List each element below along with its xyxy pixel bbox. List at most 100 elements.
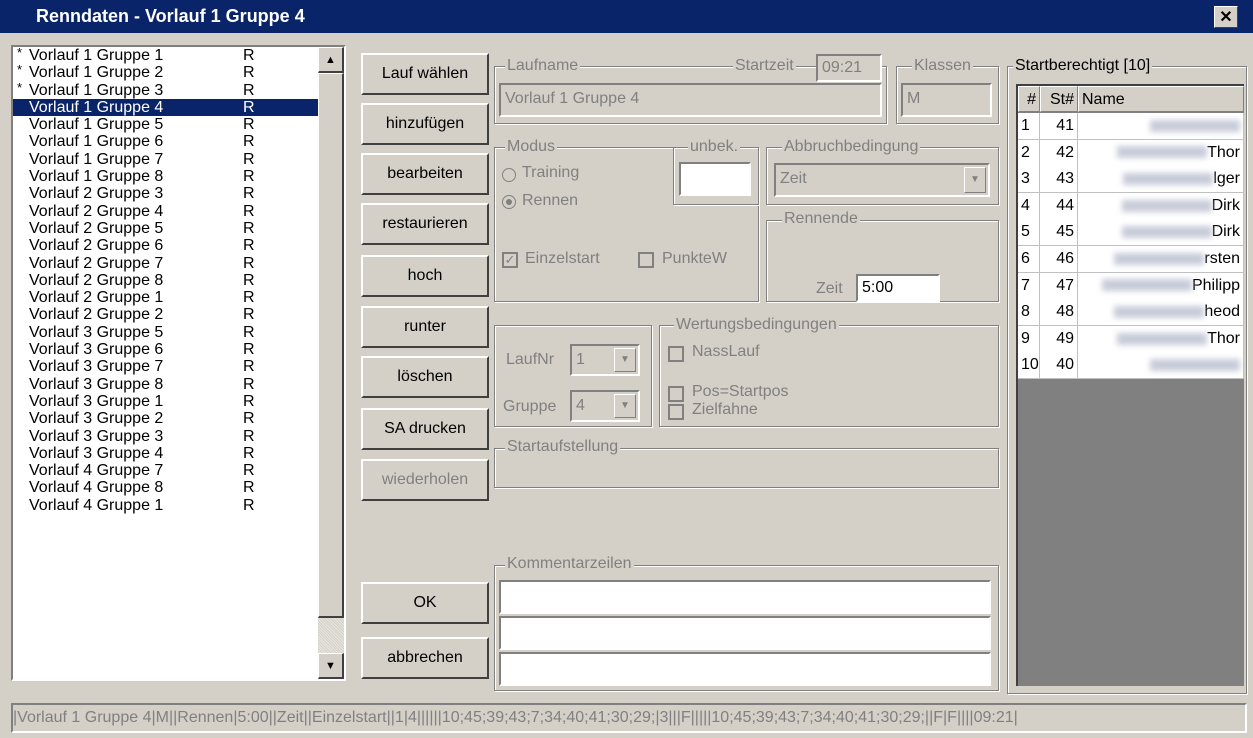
restaurieren-button[interactable]: restaurieren: [361, 203, 489, 245]
wiederholen-button[interactable]: wiederholen: [361, 459, 489, 501]
rennen-radio[interactable]: [502, 195, 516, 209]
run-list-item[interactable]: Vorlauf 3 Gruppe 7 R: [13, 358, 318, 375]
training-radio[interactable]: [502, 168, 516, 182]
scroll-thumb[interactable]: [318, 73, 344, 618]
startzeit-field[interactable]: 09:21: [816, 54, 882, 82]
run-list-item[interactable]: Vorlauf 2 Gruppe 5 R: [13, 220, 318, 237]
run-list-item[interactable]: Vorlauf 1 Gruppe 5 R: [13, 116, 318, 133]
grid-cell-st[interactable]: 41: [1040, 113, 1078, 140]
grid-cell-nr[interactable]: 1: [1018, 113, 1040, 140]
run-list-item[interactable]: Vorlauf 3 Gruppe 5 R: [13, 324, 318, 341]
grid-cell-nr[interactable]: 5: [1018, 219, 1040, 247]
run-list-item[interactable]: * Vorlauf 1 Gruppe 3 R: [13, 80, 318, 99]
startberechtigt-grid[interactable]: # St# Name 1 41 2 42 Thor 3 43 lger 4 44 Dirk 5 45 Di…: [1016, 84, 1244, 686]
laufnr-select[interactable]: 1 ▼: [570, 344, 640, 376]
grid-cell-name[interactable]: lger: [1078, 166, 1244, 194]
run-list-item[interactable]: Vorlauf 2 Gruppe 3 R: [13, 185, 318, 202]
nasslauf-checkbox[interactable]: [668, 346, 684, 362]
run-flag: R: [243, 341, 255, 359]
grid-cell-st[interactable]: 47: [1040, 272, 1078, 300]
loeschen-button[interactable]: löschen: [361, 356, 489, 398]
run-list-item[interactable]: Vorlauf 2 Gruppe 7 R: [13, 255, 318, 272]
grid-cell-name[interactable]: Dirk: [1078, 192, 1244, 220]
grid-cell-st[interactable]: 43: [1040, 166, 1078, 194]
run-list-item[interactable]: Vorlauf 4 Gruppe 1 R: [13, 497, 318, 514]
scroll-up-button[interactable]: ▲: [318, 47, 344, 73]
run-list-item[interactable]: * Vorlauf 1 Gruppe 2 R: [13, 62, 318, 81]
runter-button[interactable]: runter: [361, 306, 489, 348]
grid-cell-st[interactable]: 40: [1040, 352, 1078, 380]
grid-cell-name[interactable]: Dirk: [1078, 219, 1244, 247]
zielfahne-checkbox[interactable]: [668, 404, 684, 420]
grid-cell-name[interactable]: Thor: [1078, 325, 1244, 353]
kommentar-line-1[interactable]: [499, 580, 991, 614]
grid-cell-nr[interactable]: 2: [1018, 139, 1040, 167]
grid-cell-st[interactable]: 48: [1040, 299, 1078, 327]
grid-cell-st[interactable]: 46: [1040, 246, 1078, 273]
laufname-field[interactable]: Vorlauf 1 Gruppe 4: [499, 83, 882, 117]
col-header-nr[interactable]: #: [1018, 86, 1040, 112]
run-list-item[interactable]: Vorlauf 1 Gruppe 4 R: [13, 98, 318, 117]
rennende-zeit-field[interactable]: 5:00: [856, 274, 940, 302]
abbrechen-button[interactable]: abbrechen: [361, 637, 489, 679]
grid-cell-name[interactable]: [1078, 113, 1244, 140]
run-list-item[interactable]: Vorlauf 3 Gruppe 2 R: [13, 410, 318, 427]
run-list-item[interactable]: Vorlauf 1 Gruppe 8 R: [13, 168, 318, 185]
run-list-item[interactable]: Vorlauf 3 Gruppe 3 R: [13, 428, 318, 445]
grid-cell-st[interactable]: 44: [1040, 192, 1078, 220]
grid-cell-st[interactable]: 42: [1040, 139, 1078, 167]
unbek-field[interactable]: [679, 162, 751, 196]
klassen-field[interactable]: M: [901, 83, 992, 117]
run-list-item[interactable]: Vorlauf 2 Gruppe 4 R: [13, 203, 318, 220]
close-button[interactable]: ✕: [1214, 6, 1238, 28]
grid-cell-nr[interactable]: 7: [1018, 272, 1040, 300]
col-header-st[interactable]: St#: [1040, 86, 1078, 112]
run-list-item[interactable]: Vorlauf 1 Gruppe 6 R: [13, 133, 318, 150]
run-list-item[interactable]: Vorlauf 2 Gruppe 1 R: [13, 289, 318, 306]
grid-cell-name[interactable]: rsten: [1078, 246, 1244, 273]
run-mark: *: [17, 62, 23, 78]
grid-cell-nr[interactable]: 6: [1018, 246, 1040, 273]
run-list-scrollbar[interactable]: ▲ ▼: [318, 47, 344, 679]
run-list[interactable]: * Vorlauf 1 Gruppe 1 R * Vorlauf 1 Gruppe 2 R…: [11, 45, 346, 681]
grid-cell-nr[interactable]: 4: [1018, 192, 1040, 220]
einzelstart-checkbox[interactable]: ✓: [502, 252, 518, 268]
run-list-item[interactable]: Vorlauf 3 Gruppe 6 R: [13, 341, 318, 358]
run-list-item[interactable]: Vorlauf 2 Gruppe 6 R: [13, 237, 318, 254]
abbruch-select[interactable]: Zeit ▼: [774, 163, 990, 197]
run-list-item[interactable]: * Vorlauf 1 Gruppe 1 R: [13, 45, 318, 64]
grid-cell-name[interactable]: [1078, 352, 1244, 380]
kommentar-line-2[interactable]: [499, 616, 991, 650]
grid-cell-nr[interactable]: 8: [1018, 299, 1040, 327]
grid-cell-name[interactable]: Philipp: [1078, 272, 1244, 300]
ok-button[interactable]: OK: [361, 582, 489, 624]
sa-drucken-button[interactable]: SA drucken: [361, 408, 489, 450]
kommentar-line-3[interactable]: [499, 652, 991, 686]
bearbeiten-button[interactable]: bearbeiten: [361, 153, 489, 195]
grid-cell-name[interactable]: Thor: [1078, 139, 1244, 167]
grid-cell-nr[interactable]: 3: [1018, 166, 1040, 194]
grid-cell-st[interactable]: 45: [1040, 219, 1078, 247]
run-list-item[interactable]: Vorlauf 1 Gruppe 7 R: [13, 151, 318, 168]
run-list-item[interactable]: Vorlauf 2 Gruppe 8 R: [13, 272, 318, 289]
gruppe-select[interactable]: 4 ▼: [570, 390, 640, 422]
col-header-name[interactable]: Name: [1078, 86, 1244, 112]
run-name: Vorlauf 2 Gruppe 7: [29, 254, 164, 272]
pos-checkbox[interactable]: [668, 386, 684, 402]
run-flag: R: [243, 81, 255, 99]
run-list-item[interactable]: Vorlauf 3 Gruppe 4 R: [13, 445, 318, 462]
run-list-item[interactable]: Vorlauf 4 Gruppe 8 R: [13, 479, 318, 496]
hoch-button[interactable]: hoch: [361, 255, 489, 297]
grid-cell-name[interactable]: heod: [1078, 299, 1244, 327]
scroll-down-button[interactable]: ▼: [318, 653, 344, 679]
run-list-item[interactable]: Vorlauf 4 Gruppe 7 R: [13, 462, 318, 479]
hinzufuegen-button[interactable]: hinzufügen: [361, 103, 489, 145]
run-list-item[interactable]: Vorlauf 3 Gruppe 8 R: [13, 376, 318, 393]
grid-cell-nr[interactable]: 10: [1018, 352, 1040, 380]
run-list-item[interactable]: Vorlauf 2 Gruppe 2 R: [13, 306, 318, 323]
grid-cell-nr[interactable]: 9: [1018, 325, 1040, 353]
run-list-item[interactable]: Vorlauf 3 Gruppe 1 R: [13, 393, 318, 410]
lauf-waehlen-button[interactable]: Lauf wählen: [361, 53, 489, 95]
grid-cell-st[interactable]: 49: [1040, 325, 1078, 353]
punktew-checkbox[interactable]: [638, 252, 654, 268]
